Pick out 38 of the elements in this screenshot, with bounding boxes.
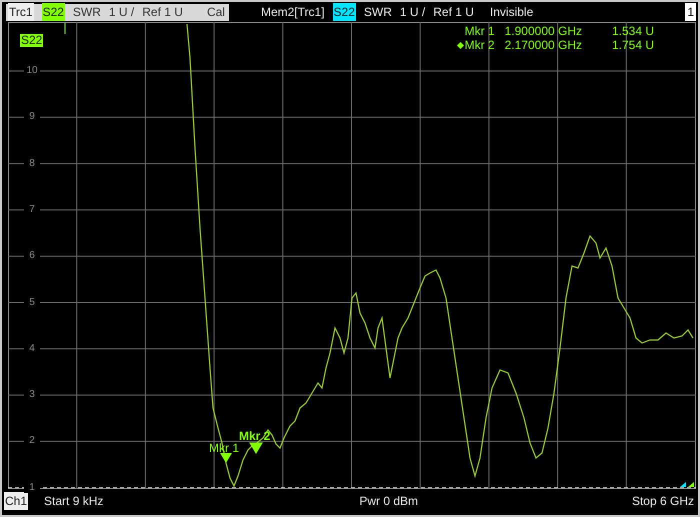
stop-frequency: Stop 6 GHz [632, 493, 694, 510]
marker-name: Mkr 1 [464, 24, 495, 38]
trace-name: Trc1 [8, 3, 34, 21]
axis-tick-label: 3 [24, 389, 40, 400]
marker-frequency: 1.900000 GHz [504, 24, 582, 38]
axis-tick-label: 8 [24, 158, 40, 169]
axis-tick-label: 6 [24, 250, 40, 262]
memory-trace-name: Mem2[Trc1] [260, 4, 325, 21]
calibration-label: Cal [206, 4, 225, 21]
format-label: SWR [364, 4, 392, 21]
format-label: SWR [72, 4, 101, 21]
scale-label: 1 U / [400, 4, 426, 21]
visibility-label: Invisible [490, 4, 534, 21]
channel-tag: Ch1 [4, 492, 28, 510]
axis-tick-label: 4 [24, 342, 40, 354]
start-frequency: Start 9 kHz [44, 493, 104, 510]
scale-label: 1 U / [108, 4, 134, 21]
trace-indicator-icon [680, 482, 694, 487]
marker-triangle-icon[interactable] [249, 442, 263, 454]
marker-name: Mkr 2 [464, 38, 495, 52]
window-number: 1 [685, 3, 696, 21]
marker-line [64, 22, 66, 34]
reference-label: Ref 1 U [142, 4, 183, 21]
marker-value: 1.534 U [610, 24, 654, 38]
axis-tick-label: 10 [24, 65, 40, 76]
marker-triangle-icon[interactable] [220, 453, 232, 463]
parameter-tag: S22 [332, 3, 356, 21]
axis-tick-label: 5 [24, 296, 40, 308]
axis-tick-label: 9 [24, 111, 40, 122]
reference-label: Ref 1 U [433, 4, 474, 21]
marker-value: 1.754 U [610, 38, 654, 52]
axis-tick-label: 1 [24, 482, 40, 493]
axis-tick-label: 7 [24, 204, 40, 215]
marker-frequency: 2.170000 GHz [504, 38, 582, 52]
parameter-tag: S22 [42, 3, 65, 21]
trace-label: S22 [20, 34, 44, 47]
marker-label: Mkr 2 [239, 430, 270, 443]
power-label: Pwr 0 dBm [359, 493, 418, 510]
